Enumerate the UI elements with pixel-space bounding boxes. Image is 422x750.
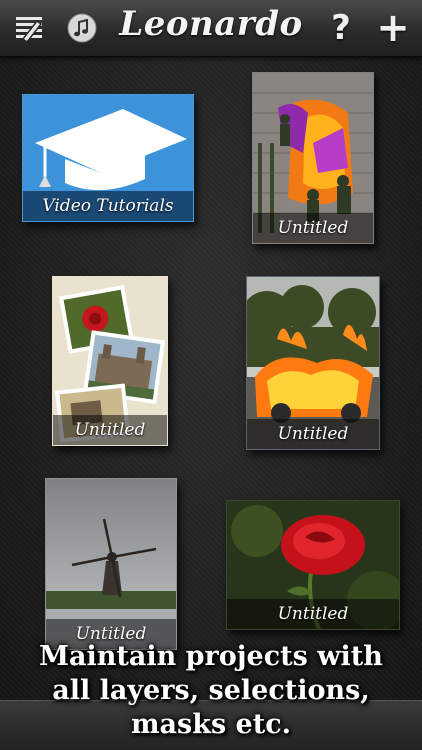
project-tile[interactable]: Untitled [226,500,400,630]
help-button[interactable]: ? [326,8,356,48]
app-title: Leonardo [119,4,303,44]
project-tile[interactable]: Untitled [252,72,374,244]
project-tile[interactable]: Untitled [246,276,380,450]
tile-label: Untitled [253,213,373,243]
caption-line: Maintain projects with [39,641,383,672]
caption-line: masks etc. [130,709,292,740]
add-project-button[interactable]: + [376,8,410,48]
tile-label: Untitled [53,415,167,445]
tile-label: Untitled [227,599,399,629]
tile-label: Video Tutorials [23,191,193,221]
project-tile[interactable]: Untitled [52,276,168,446]
caption-line: all layers, selections, [52,675,370,706]
video-tutorials-tile[interactable]: Video Tutorials [22,94,194,222]
tile-label: Untitled [247,419,379,449]
project-tile[interactable]: Untitled [45,478,177,650]
promo-caption: Maintain projects with all layers, selec… [0,640,422,742]
top-toolbar: Leonardo ? + [0,0,422,57]
